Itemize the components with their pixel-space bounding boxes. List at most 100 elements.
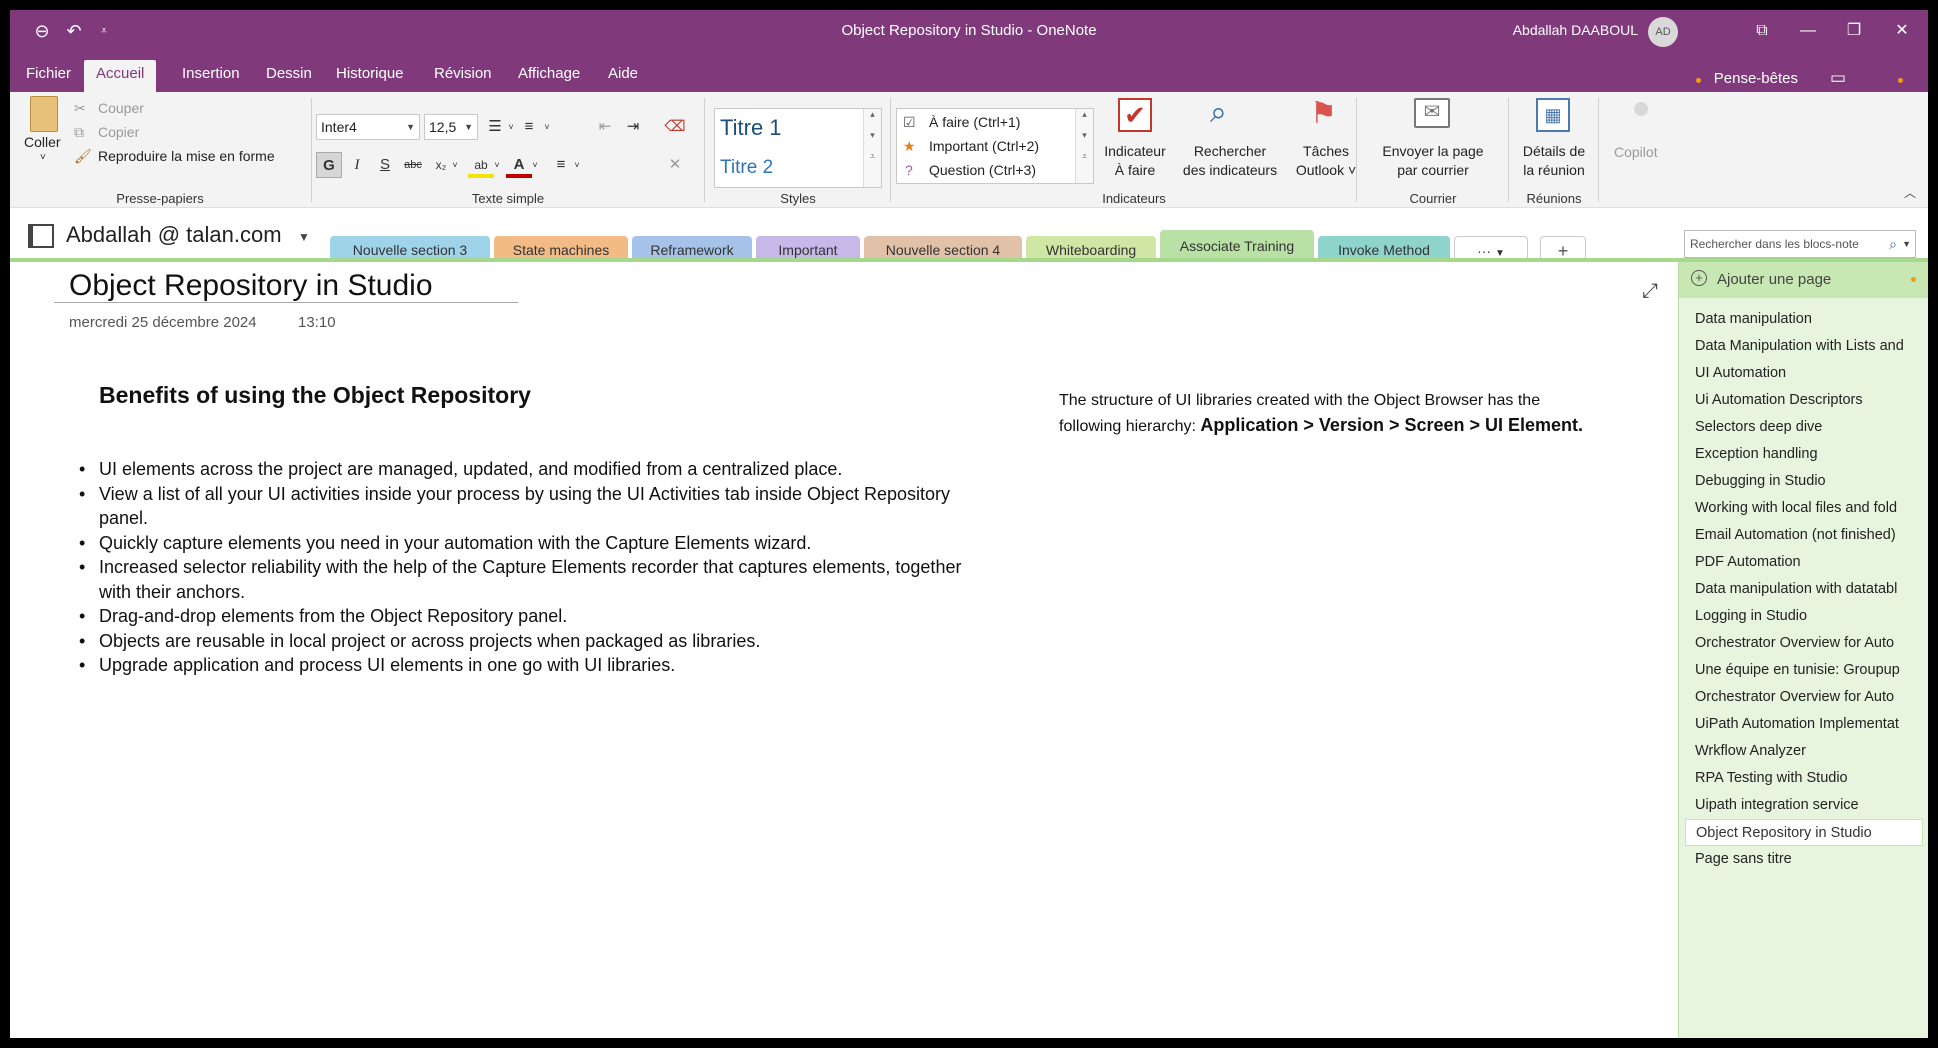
page-item-selected[interactable]: Object Repository in Studio: [1685, 819, 1923, 846]
page-item[interactable]: Page sans titre: [1685, 846, 1923, 873]
page-item[interactable]: Ui Automation Descriptors: [1685, 387, 1923, 414]
find-tags-icon[interactable]: ⌕: [1210, 96, 1227, 130]
page-item[interactable]: RPA Testing with Studio: [1685, 765, 1923, 792]
page-canvas[interactable]: Object Repository in Studio mercredi 25 …: [10, 262, 1678, 1038]
ribbon-display-icon[interactable]: ⧉: [1736, 10, 1788, 52]
meeting-details-icon[interactable]: ▦: [1536, 98, 1570, 132]
outlook-tasks-button[interactable]: Tâches Outlook ˅: [1286, 142, 1366, 180]
list-item[interactable]: Increased selector reliability with the …: [74, 555, 994, 604]
style-title1[interactable]: Titre 1: [720, 115, 782, 141]
font-color-dropdown-icon[interactable]: ˅: [522, 152, 548, 178]
copy-icon[interactable]: ⧉: [74, 124, 84, 141]
page-item[interactable]: Uipath integration service: [1685, 792, 1923, 819]
list-item[interactable]: Upgrade application and process UI eleme…: [74, 653, 994, 678]
paste-button[interactable]: Coller: [24, 134, 61, 150]
page-item[interactable]: PDF Automation: [1685, 549, 1923, 576]
tab-dessin[interactable]: Dessin: [254, 60, 324, 92]
back-icon[interactable]: ⊖: [28, 19, 56, 43]
tag-question[interactable]: Question (Ctrl+3): [929, 162, 1036, 178]
tab-affichage[interactable]: Affichage: [506, 60, 592, 92]
style-title2[interactable]: Titre 2: [720, 157, 773, 179]
comments-icon[interactable]: ▭: [1830, 68, 1846, 88]
tab-revision[interactable]: Révision: [422, 60, 504, 92]
add-page-button[interactable]: + Ajouter une page: [1679, 262, 1928, 298]
hierarchy-note[interactable]: The structure of UI libraries created wi…: [1059, 388, 1589, 439]
email-page-button[interactable]: Envoyer la page par courrier: [1360, 142, 1506, 180]
page-item[interactable]: Wrkflow Analyzer: [1685, 738, 1923, 765]
tag-todo[interactable]: À faire (Ctrl+1): [929, 114, 1020, 130]
notebook-icon[interactable]: [28, 224, 54, 248]
notebook-name[interactable]: Abdallah @ talan.com: [66, 222, 282, 248]
tab-historique[interactable]: Historique: [324, 60, 416, 92]
tab-fichier[interactable]: Fichier: [14, 60, 83, 92]
page-item[interactable]: Debugging in Studio: [1685, 468, 1923, 495]
copilot-button[interactable]: Copilot: [1614, 144, 1658, 160]
flag-icon[interactable]: ⚑: [1310, 96, 1337, 131]
page-item[interactable]: Exception handling: [1685, 441, 1923, 468]
tab-insertion[interactable]: Insertion: [170, 60, 252, 92]
list-item[interactable]: View a list of all your UI activities in…: [74, 482, 994, 531]
list-item[interactable]: Objects are reusable in local project or…: [74, 629, 994, 654]
sticky-notes-button[interactable]: Pense-bêtes: [1714, 70, 1798, 87]
font-name-select[interactable]: Inter4 ▼: [316, 114, 420, 140]
page-item[interactable]: Orchestrator Overview for Auto: [1685, 630, 1923, 657]
page-item[interactable]: Logging in Studio: [1685, 603, 1923, 630]
page-item[interactable]: Data manipulation: [1685, 306, 1923, 333]
meeting-details-button[interactable]: Détails de la réunion: [1512, 142, 1596, 180]
search-icon[interactable]: ⌕: [1889, 231, 1897, 257]
list-item[interactable]: UI elements across the project are manag…: [74, 457, 994, 482]
clear-formatting-icon[interactable]: ⌫: [662, 114, 688, 140]
copilot-icon[interactable]: [1634, 102, 1648, 116]
delete-icon[interactable]: ✕: [662, 152, 688, 178]
paste-icon[interactable]: [30, 96, 58, 132]
email-icon[interactable]: ✉: [1414, 98, 1450, 128]
todo-tag-icon[interactable]: ✔: [1118, 98, 1152, 132]
user-name[interactable]: Abdallah DAABOUL: [1513, 22, 1638, 38]
cut-button[interactable]: Couper: [98, 100, 144, 116]
list-item[interactable]: Drag-and-drop elements from the Object R…: [74, 604, 994, 629]
close-icon[interactable]: ✕: [1876, 10, 1928, 52]
benefits-list[interactable]: UI elements across the project are manag…: [74, 457, 994, 678]
page-item[interactable]: UI Automation: [1685, 360, 1923, 387]
styles-gallery[interactable]: Titre 1 Titre 2 ▴ ▾ ⩡: [714, 108, 882, 188]
undo-icon[interactable]: ↶: [60, 19, 88, 43]
subscript-dropdown-icon[interactable]: ˅: [442, 152, 468, 178]
decrease-indent-icon[interactable]: ⇤: [592, 114, 618, 140]
align-dropdown-icon[interactable]: ˅: [564, 152, 590, 178]
strikethrough-button[interactable]: abc: [400, 152, 426, 178]
cut-icon[interactable]: ✂: [74, 100, 86, 117]
tab-aide[interactable]: Aide: [596, 60, 650, 92]
font-size-select[interactable]: 12,5 ▼: [424, 114, 478, 140]
page-item[interactable]: Une équipe en tunisie: Groupup: [1685, 657, 1923, 684]
tags-scroll[interactable]: ▴ ▾ ⩡: [1075, 109, 1093, 183]
search-input[interactable]: Rechercher dans les blocs-note ⌕ ▼: [1684, 230, 1916, 258]
styles-scroll[interactable]: ▴ ▾ ⩡: [863, 109, 881, 187]
avatar[interactable]: AD: [1648, 17, 1678, 47]
content-heading[interactable]: Benefits of using the Object Repository: [99, 382, 531, 409]
tab-accueil[interactable]: Accueil: [84, 60, 157, 92]
page-title[interactable]: Object Repository in Studio: [69, 269, 433, 303]
page-item[interactable]: UiPath Automation Implementat: [1685, 711, 1923, 738]
underline-button[interactable]: S: [372, 152, 398, 178]
find-tags-button[interactable]: Rechercher des indicateurs: [1178, 142, 1282, 180]
increase-indent-icon[interactable]: ⇥: [620, 114, 646, 140]
format-painter-icon[interactable]: 🖌: [74, 148, 92, 165]
tag-important[interactable]: Important (Ctrl+2): [929, 138, 1039, 154]
italic-button[interactable]: I: [344, 152, 370, 178]
paste-dropdown-icon[interactable]: ˅: [40, 152, 46, 163]
page-item[interactable]: Working with local files and fold: [1685, 495, 1923, 522]
copy-button[interactable]: Copier: [98, 124, 139, 140]
expand-icon[interactable]: ⤢: [1642, 280, 1658, 303]
page-item[interactable]: Email Automation (not finished): [1685, 522, 1923, 549]
notebook-dropdown-icon[interactable]: ▼: [298, 230, 310, 244]
customize-toolbar-icon[interactable]: ⩡: [90, 19, 118, 43]
page-item[interactable]: Data Manipulation with Lists and: [1685, 333, 1923, 360]
page-item[interactable]: Selectors deep dive: [1685, 414, 1923, 441]
search-scope-dropdown-icon[interactable]: ▼: [1902, 231, 1911, 257]
tags-gallery[interactable]: ☑ À faire (Ctrl+1) ★ Important (Ctrl+2) …: [896, 108, 1094, 184]
page-item[interactable]: Orchestrator Overview for Auto: [1685, 684, 1923, 711]
todo-tag-button[interactable]: Indicateur À faire: [1100, 142, 1170, 180]
restore-icon[interactable]: ❐: [1828, 10, 1880, 52]
numbering-dropdown-icon[interactable]: ˅: [534, 114, 560, 140]
bold-button[interactable]: G: [316, 152, 342, 178]
